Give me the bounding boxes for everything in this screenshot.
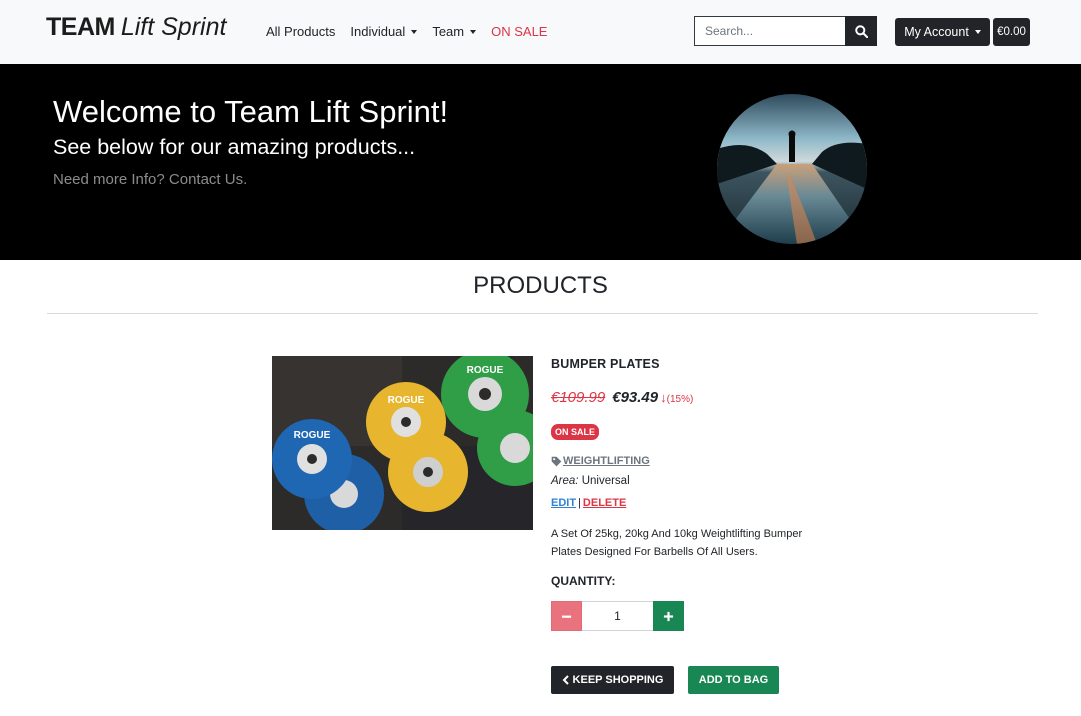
nav-all-products-label: All Products xyxy=(266,24,336,39)
plate-logo-text: ROGUE xyxy=(467,365,504,376)
divider xyxy=(47,313,1038,314)
nav-links: All Products Individual Team ON SALE xyxy=(266,24,562,39)
discount-percent: (15%) xyxy=(666,394,694,405)
tag-icon xyxy=(551,456,562,466)
separator: | xyxy=(578,497,581,509)
nav-team-label: Team xyxy=(432,24,465,39)
product-category: WEIGHTLIFTING xyxy=(563,455,650,467)
plus-icon xyxy=(663,611,674,621)
quantity-label: QUANTITY: xyxy=(551,574,616,588)
add-to-bag-label: ADD TO BAG xyxy=(698,674,769,686)
area-label: Area: xyxy=(551,475,579,487)
product-category-link[interactable]: WEIGHTLIFTING xyxy=(551,455,650,467)
brand-name: Lift Sprint xyxy=(120,13,227,41)
hero-subtitle: See below for our amazing products... xyxy=(53,135,416,159)
navbar: TEAM Lift Sprint All Products Individual … xyxy=(0,0,1081,64)
product-image[interactable]: ROGUE ROGUE ROGUE xyxy=(272,356,533,530)
chevron-down-icon xyxy=(974,30,981,34)
product-description: A Set Of 25kg, 20kg And 10kg Weightlifti… xyxy=(551,528,803,558)
hero-contact-link[interactable]: Need more Info? Contact Us. xyxy=(53,171,247,188)
chevron-left-icon xyxy=(562,675,569,685)
search-button[interactable] xyxy=(845,16,877,46)
search-input[interactable] xyxy=(694,16,845,46)
decrement-button[interactable] xyxy=(551,601,582,631)
page-title: PRODUCTS xyxy=(473,272,608,299)
brand-logo[interactable]: TEAM Lift Sprint xyxy=(46,13,226,42)
area-value: Universal xyxy=(581,475,630,487)
nav-individual-label: Individual xyxy=(350,24,406,39)
nav-all-products[interactable]: All Products xyxy=(266,24,335,39)
plate-logo-text: ROGUE xyxy=(294,430,331,441)
product-price: €109.99 €93.49 ↓ (15%) xyxy=(551,389,693,406)
bag-total-button[interactable]: €0.00 xyxy=(993,18,1030,46)
quantity-input[interactable]: 1 xyxy=(582,601,653,631)
on-sale-badge: ON SALE xyxy=(551,424,600,440)
nav-team[interactable]: Team xyxy=(432,24,477,39)
hero-title: Welcome to Team Lift Sprint! xyxy=(53,94,449,129)
plate-logo-text: ROGUE xyxy=(388,395,425,406)
brand-team: TEAM xyxy=(46,13,115,41)
keep-shopping-label: KEEP SHOPPING xyxy=(572,674,664,686)
nav-individual[interactable]: Individual xyxy=(350,24,418,39)
keep-shopping-button[interactable]: KEEP SHOPPING xyxy=(551,666,674,694)
new-price: €93.49 xyxy=(612,389,659,406)
increment-button[interactable] xyxy=(653,601,684,631)
nav-on-sale-label: ON SALE xyxy=(491,24,548,39)
nav-on-sale[interactable]: ON SALE xyxy=(491,24,547,39)
chevron-down-icon xyxy=(470,29,477,34)
minus-icon xyxy=(561,615,572,618)
my-account-label: My Account xyxy=(904,25,969,39)
bag-total: €0.00 xyxy=(997,26,1026,38)
old-price: €109.99 xyxy=(551,389,606,406)
chevron-down-icon xyxy=(411,29,418,34)
product-name: BUMPER PLATES xyxy=(551,357,660,371)
admin-links: EDIT | DELETE xyxy=(551,497,626,509)
search-icon xyxy=(854,24,868,38)
my-account-button[interactable]: My Account xyxy=(895,18,990,46)
add-to-bag-button[interactable]: ADD TO BAG xyxy=(688,666,779,694)
edit-link[interactable]: EDIT xyxy=(551,497,576,509)
hero-runner-image xyxy=(717,94,867,244)
delete-link[interactable]: DELETE xyxy=(583,497,626,509)
quantity-stepper: 1 xyxy=(551,601,684,631)
hero-banner: Welcome to Team Lift Sprint! See below f… xyxy=(0,64,1081,260)
search-form xyxy=(694,16,877,46)
product-area: Area: Universal xyxy=(551,475,630,487)
